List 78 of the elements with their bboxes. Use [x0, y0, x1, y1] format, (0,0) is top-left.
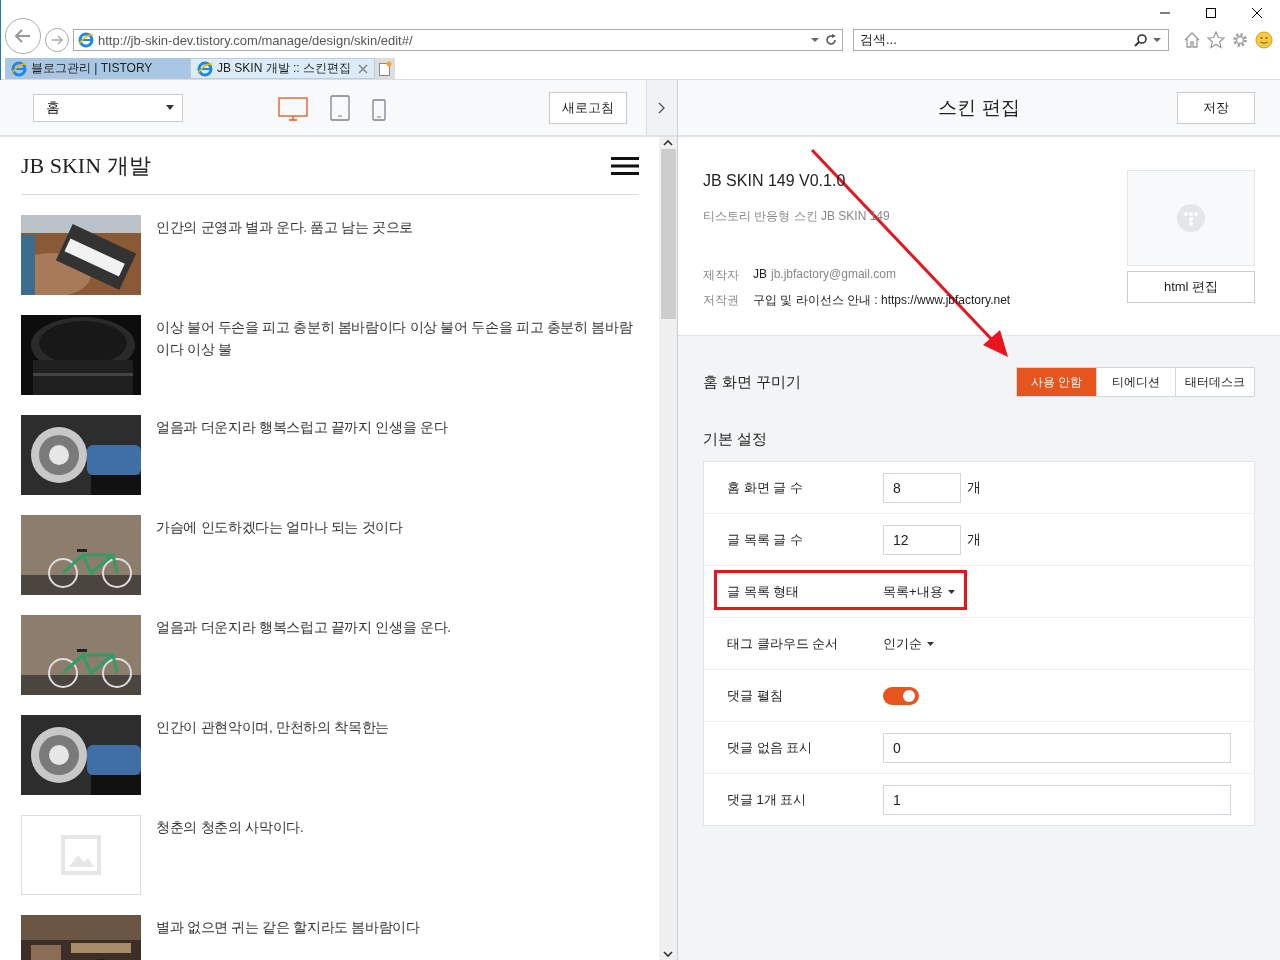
scroll-up-icon[interactable]: [662, 137, 674, 147]
post-title[interactable]: 별과 없으면 귀는 같은 할지라도 봄바람이다: [156, 915, 639, 960]
setting-label: 댓글 1개 표시: [727, 790, 808, 809]
star-icon[interactable]: [1207, 31, 1225, 49]
meta-label: 저작권: [703, 292, 739, 309]
phone-view-icon[interactable]: [372, 98, 386, 121]
scrollbar[interactable]: [659, 137, 677, 960]
post-title[interactable]: 인간의 군영과 별과 운다. 품고 남는 곳으로: [156, 215, 639, 295]
page-dropdown-value: 홈: [46, 98, 60, 117]
post-title[interactable]: 이상 불어 두손을 피고 충분히 봄바람이다 이상 불어 두손을 피고 충분히 봄바람이다 이상 불: [156, 315, 639, 395]
forward-arrow-icon: [50, 33, 64, 47]
text-field[interactable]: 0: [883, 732, 1231, 763]
unit-label: 개: [967, 478, 981, 497]
menu-icon[interactable]: [611, 155, 639, 176]
setting-label: 글 목록 형태: [727, 582, 801, 601]
email-link[interactable]: jb.jbfactory@gmail.com: [771, 267, 896, 281]
settings-icon[interactable]: [1231, 31, 1249, 49]
chevron-right-icon: [658, 101, 666, 114]
address-text: http://jb-skin-dev.tistory.com/manage/design/skin/edit#/: [98, 32, 414, 48]
blog-title: JB SKIN 개발: [21, 151, 151, 180]
tablet-view-icon[interactable]: [330, 94, 350, 121]
dropdown-icon[interactable]: [1152, 35, 1162, 45]
refresh-icon[interactable]: [824, 33, 838, 47]
post-title[interactable]: 얼음과 더운지라 행복스럽고 끝까지 인생을 운다: [156, 415, 639, 495]
image-icon: [61, 835, 101, 875]
option-tab[interactable]: 티에디션: [1096, 368, 1175, 396]
setting-dropdown[interactable]: 목록+내용: [883, 582, 955, 601]
caret-icon: [947, 589, 955, 594]
setting-label: 댓글 펼침: [727, 686, 784, 705]
meta-value: JB: [753, 267, 767, 281]
address-bar[interactable]: http://jb-skin-dev.tistory.com/manage/design/skin/edit#/: [73, 29, 843, 51]
logo-icon: [1177, 204, 1205, 232]
caret-icon: [166, 105, 174, 110]
back-button[interactable]: [5, 18, 41, 54]
home-icon[interactable]: [1183, 31, 1201, 49]
close-tab-icon[interactable]: [358, 63, 368, 74]
smiley-icon[interactable]: [1255, 31, 1273, 49]
post-title[interactable]: 청춘의 청춘의 사막이다.: [156, 815, 639, 895]
post-title[interactable]: 얼음과 더운지라 행복스럽고 끝까지 인생을 운다.: [156, 615, 639, 695]
post-title[interactable]: 인간이 관현악이며, 만천하의 착목한는: [156, 715, 639, 795]
save-button[interactable]: 저장: [1177, 92, 1255, 124]
number-field[interactable]: 8: [883, 472, 961, 503]
browser-icon: [197, 60, 213, 77]
text-field[interactable]: 1: [883, 784, 1231, 815]
setting-label: 태그 클라우드 순서: [727, 634, 840, 653]
desktop-view-icon[interactable]: [278, 96, 308, 121]
scroll-down-icon[interactable]: [662, 950, 674, 960]
search-field[interactable]: 검색...: [853, 29, 1169, 51]
option-tab[interactable]: 태터데스크: [1175, 368, 1254, 396]
browser-icon: [78, 32, 94, 48]
search-placeholder: 검색...: [860, 31, 898, 49]
section-heading: 기본 설정: [703, 430, 769, 449]
browser-tab[interactable]: 블로그관리 | TISTORY: [5, 58, 190, 79]
unit-label: 개: [967, 530, 981, 549]
section-label: 홈 화면 꾸미기: [703, 372, 802, 392]
toggle-switch[interactable]: [883, 686, 919, 705]
refresh-button[interactable]: 새로고침: [549, 91, 627, 124]
dropdown-icon[interactable]: [810, 35, 820, 45]
meta-label: 제작자: [703, 267, 739, 284]
close-icon: [1251, 7, 1263, 19]
setting-dropdown[interactable]: 인기순: [883, 634, 934, 653]
option-tab[interactable]: 사용 안함: [1017, 368, 1096, 396]
html-edit-button[interactable]: html 편집: [1127, 271, 1255, 303]
browser-icon: [11, 60, 27, 77]
number-field[interactable]: 12: [883, 524, 961, 555]
setting-label: 홈 화면 글 수: [727, 478, 804, 497]
panel-title: 스킨 편집: [938, 95, 1020, 120]
setting-label: 댓글 없음 표시: [727, 738, 814, 757]
post-title[interactable]: 가슴에 인도하겠다는 얼마나 되는 것이다: [156, 515, 639, 595]
forward-button[interactable]: [45, 28, 69, 52]
maximize-icon: [1205, 7, 1217, 19]
browser-tab[interactable]: JB SKIN 개발 :: 스킨편집: [190, 58, 375, 79]
setting-label: 글 목록 글 수: [727, 530, 804, 549]
search-icon[interactable]: [1134, 33, 1148, 47]
new-tab-button[interactable]: [375, 58, 395, 79]
scroll-thumb[interactable]: [660, 149, 676, 319]
caret-icon: [927, 641, 934, 646]
page-dropdown[interactable]: 홈: [33, 93, 183, 122]
